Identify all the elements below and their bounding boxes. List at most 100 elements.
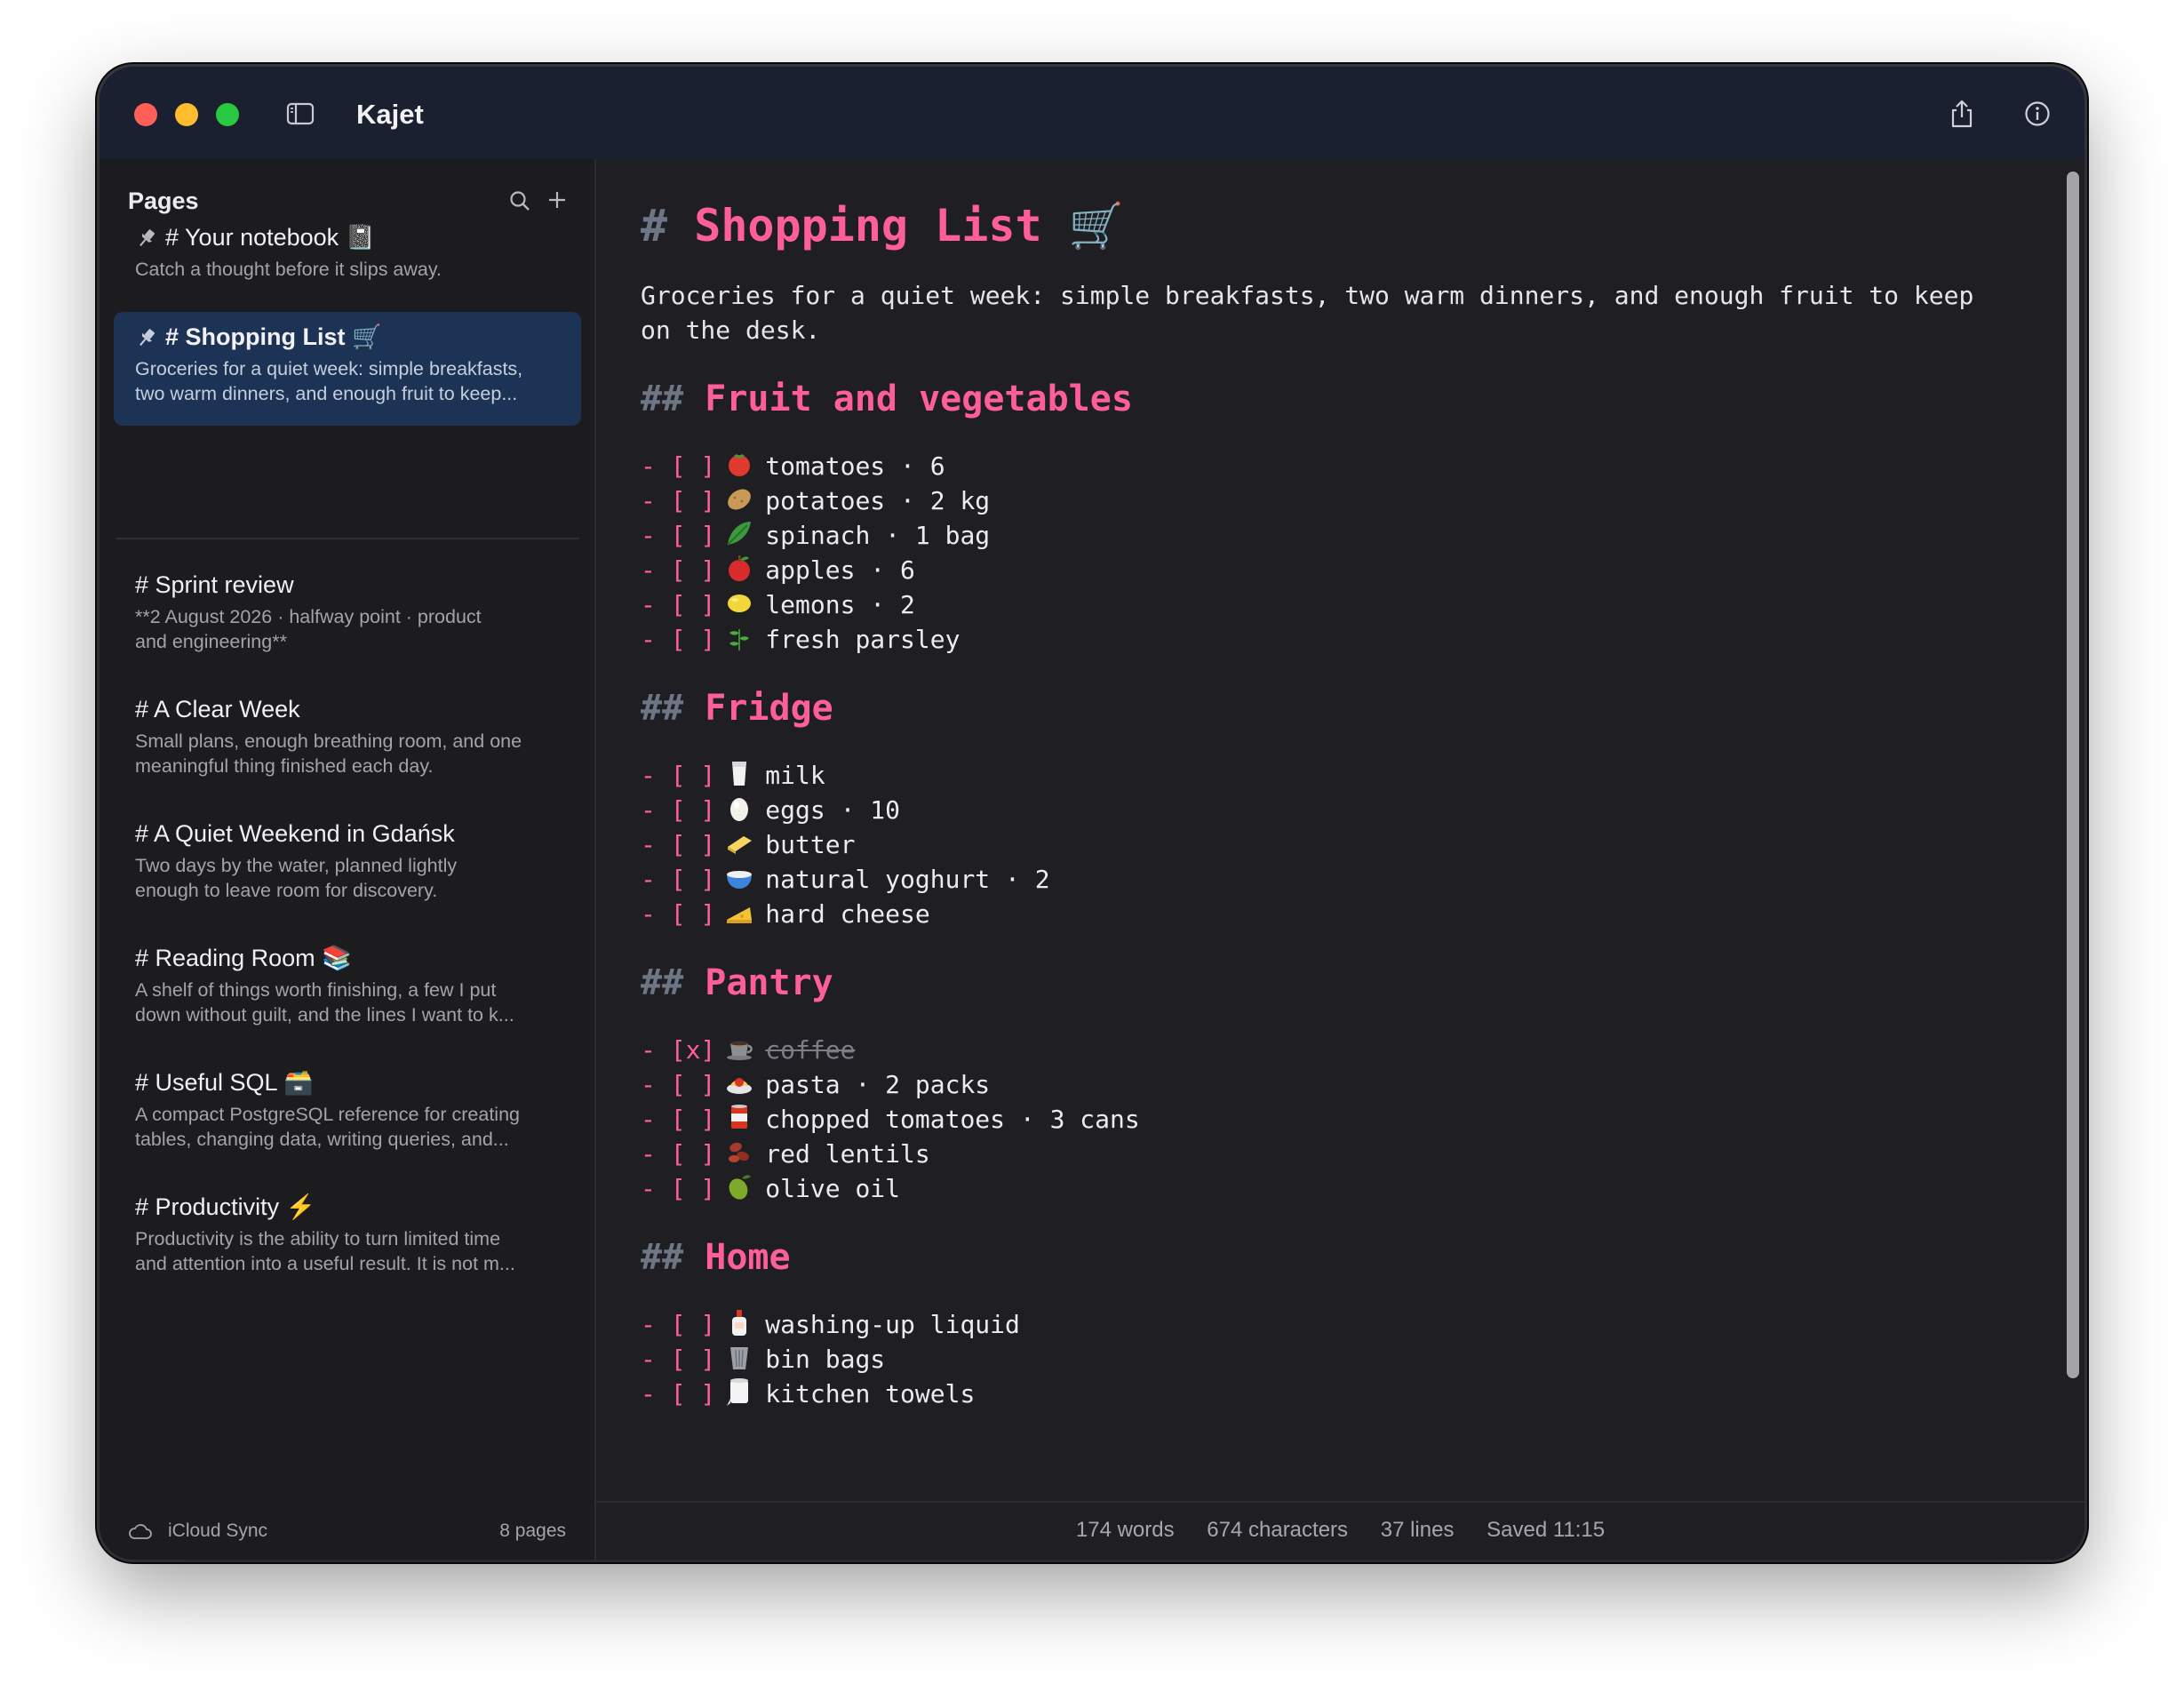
page-item-sprint-review[interactable]: # Sprint review **2 August 2026 · halfwa… xyxy=(114,560,581,670)
checkbox-marker[interactable]: - [ ] xyxy=(641,1070,715,1099)
character-count: 674 characters xyxy=(1207,1518,1349,1542)
checklist-item[interactable]: - [ ] potatoes · 2 kg xyxy=(641,483,2005,518)
heading-marker: ## xyxy=(641,688,684,729)
checklist-item[interactable]: - [ ] pasta · 2 packs xyxy=(641,1067,2005,1102)
section-heading-text: Home xyxy=(705,1237,791,1278)
search-icon[interactable] xyxy=(508,189,531,212)
pin-icon xyxy=(139,329,155,347)
checkbox-marker[interactable]: - [ ] xyxy=(641,1379,715,1409)
heading-marker: ## xyxy=(641,1237,684,1278)
checklist-item[interactable]: - [ ] butter xyxy=(641,827,2005,862)
checklist-item-text: washing-up liquid xyxy=(765,1310,1020,1339)
page-item-useful-sql[interactable]: # Useful SQL 🗃️ A compact PostgreSQL ref… xyxy=(114,1058,581,1168)
checkbox-marker[interactable]: - [ ] xyxy=(641,761,715,790)
checkbox-marker[interactable]: - [ ] xyxy=(641,1310,715,1339)
editor[interactable]: # Shopping List 🛒 Groceries for a quiet … xyxy=(596,159,2084,1560)
checkbox-marker[interactable]: - [ ] xyxy=(641,1139,715,1169)
minimize-window-button[interactable] xyxy=(175,103,198,126)
page-item-a-clear-week[interactable]: # A Clear Week Small plans, enough breat… xyxy=(114,684,581,794)
checkbox-marker[interactable]: - [ ] xyxy=(641,899,715,929)
checklist-item-text: kitchen towels xyxy=(765,1379,976,1409)
section-heading: ## Pantry xyxy=(641,962,2005,1004)
checkbox-marker[interactable]: - [x] xyxy=(641,1035,715,1065)
checklist-item[interactable]: - [ ] natural yoghurt · 2 xyxy=(641,862,2005,897)
checklist-item-text: milk xyxy=(765,761,825,790)
checkbox-marker[interactable]: - [ ] xyxy=(641,1105,715,1134)
info-icon[interactable] xyxy=(2024,100,2051,127)
checklist-item[interactable]: - [ ] olive oil xyxy=(641,1171,2005,1206)
app-title: Kajet xyxy=(356,99,424,130)
page-item-shopping-list[interactable]: # Shopping List 🛒 Groceries for a quiet … xyxy=(114,312,581,426)
checklist-item[interactable]: - [ ] fresh parsley xyxy=(641,622,2005,657)
page-item-title: # Productivity ⚡ xyxy=(135,1193,316,1220)
document-content[interactable]: # Shopping List 🛒 Groceries for a quiet … xyxy=(641,195,2005,1411)
olive-icon xyxy=(729,1175,752,1200)
close-window-button[interactable] xyxy=(134,103,157,126)
checklist-item[interactable]: - [ ] washing-up liquid xyxy=(641,1307,2005,1342)
page-item-description: A compact PostgreSQL reference for creat… xyxy=(135,1104,521,1150)
checkbox-marker[interactable]: - [ ] xyxy=(641,865,715,894)
checkbox-marker[interactable]: - [ ] xyxy=(641,590,715,619)
checkbox-marker[interactable]: - [ ] xyxy=(641,486,715,515)
page-item-title: # Sprint review xyxy=(135,571,294,598)
page-item-description: Small plans, enough breathing room, and … xyxy=(135,730,522,777)
checkbox-marker[interactable]: - [ ] xyxy=(641,830,715,859)
checkbox-marker[interactable]: - [ ] xyxy=(641,1174,715,1203)
share-icon[interactable] xyxy=(1948,99,1976,129)
heading-marker: ## xyxy=(641,379,684,419)
checklist-item[interactable]: - [ ] chopped tomatoes · 3 cans xyxy=(641,1102,2005,1137)
pasta-icon xyxy=(727,1078,753,1094)
checklist-item[interactable]: - [ ] kitchen towels xyxy=(641,1377,2005,1411)
checkbox-marker[interactable]: - [ ] xyxy=(641,1345,715,1374)
checklist-item[interactable]: - [ ] tomatoes · 6 xyxy=(641,449,2005,483)
paper-towel-icon xyxy=(727,1378,749,1406)
checklist-item-text: natural yoghurt · 2 xyxy=(765,865,1050,894)
checklist-item[interactable]: - [ ] lemons · 2 xyxy=(641,587,2005,622)
line-count: 37 lines xyxy=(1380,1518,1455,1542)
page-item-quiet-weekend-gdansk[interactable]: # A Quiet Weekend in Gdańsk Two days by … xyxy=(114,809,581,919)
bowl-icon xyxy=(727,871,753,889)
herb-icon xyxy=(729,629,750,650)
checklist-item[interactable]: - [ ] spinach · 1 bag xyxy=(641,518,2005,553)
page-item-description: Catch a thought before it slips away. xyxy=(135,259,442,280)
sidebar-toggle-icon[interactable] xyxy=(286,102,315,125)
checklist-item[interactable]: - [ ] apples · 6 xyxy=(641,553,2005,587)
milk-glass-icon xyxy=(732,762,747,786)
page-item-description: Groceries for a quiet week: simple break… xyxy=(135,358,523,404)
checklist-item[interactable]: - [ ] milk xyxy=(641,758,2005,793)
checkbox-marker[interactable]: - [ ] xyxy=(641,555,715,585)
page-item-description: A shelf of things worth finishing, a few… xyxy=(135,979,514,1026)
sync-status: iCloud Sync xyxy=(168,1520,268,1541)
zoom-window-button[interactable] xyxy=(216,103,239,126)
page-item-your-notebook[interactable]: # Your notebook 📓 Catch a thought before… xyxy=(114,212,581,298)
checklist-item[interactable]: - [ ] bin bags xyxy=(641,1342,2005,1377)
word-count: 174 words xyxy=(1075,1518,1175,1542)
checkbox-marker[interactable]: - [ ] xyxy=(641,451,715,481)
checklist-item[interactable]: - [ ] hard cheese xyxy=(641,897,2005,931)
coffee-cup-icon xyxy=(727,1041,753,1060)
lemon-icon xyxy=(728,595,752,612)
checklist-item-text: fresh parsley xyxy=(765,625,960,654)
checklist: - [ ] milk - [ ] eggs · 10 - [ ] butter - [ ] n… xyxy=(641,758,2005,931)
checklist-item[interactable]: - [ ] red lentils xyxy=(641,1137,2005,1171)
sidebar-footer: iCloud Sync 8 pages xyxy=(100,1503,594,1560)
cloud-icon xyxy=(129,1524,152,1539)
checklist-item[interactable]: - [x] coffee xyxy=(641,1033,2005,1067)
page-item-reading-room[interactable]: # Reading Room 📚 A shelf of things worth… xyxy=(114,933,581,1043)
section-heading: ## Fridge xyxy=(641,687,2005,730)
checklist: - [ ] washing-up liquid - [ ] bin bags - [ ]… xyxy=(641,1307,2005,1411)
checkbox-marker[interactable]: - [ ] xyxy=(641,521,715,550)
checkbox-marker[interactable]: - [ ] xyxy=(641,625,715,654)
checklist-item-text: butter xyxy=(765,830,856,859)
editor-scrollbar[interactable] xyxy=(2067,172,2079,1378)
add-page-icon[interactable] xyxy=(546,189,568,211)
checklist-item-text: red lentils xyxy=(765,1139,930,1169)
section-heading: ## Fruit and vegetables xyxy=(641,378,2005,420)
checklist-item[interactable]: - [ ] eggs · 10 xyxy=(641,793,2005,827)
document-title-text: Shopping List 🛒 xyxy=(694,200,1124,251)
section-heading: ## Home xyxy=(641,1236,2005,1279)
page-item-productivity[interactable]: # Productivity ⚡ Productivity is the abi… xyxy=(114,1182,581,1292)
checkbox-marker[interactable]: - [ ] xyxy=(641,795,715,825)
checklist-item-text: tomatoes · 6 xyxy=(765,451,945,481)
document-intro: Groceries for a quiet week: simple break… xyxy=(641,281,1974,345)
